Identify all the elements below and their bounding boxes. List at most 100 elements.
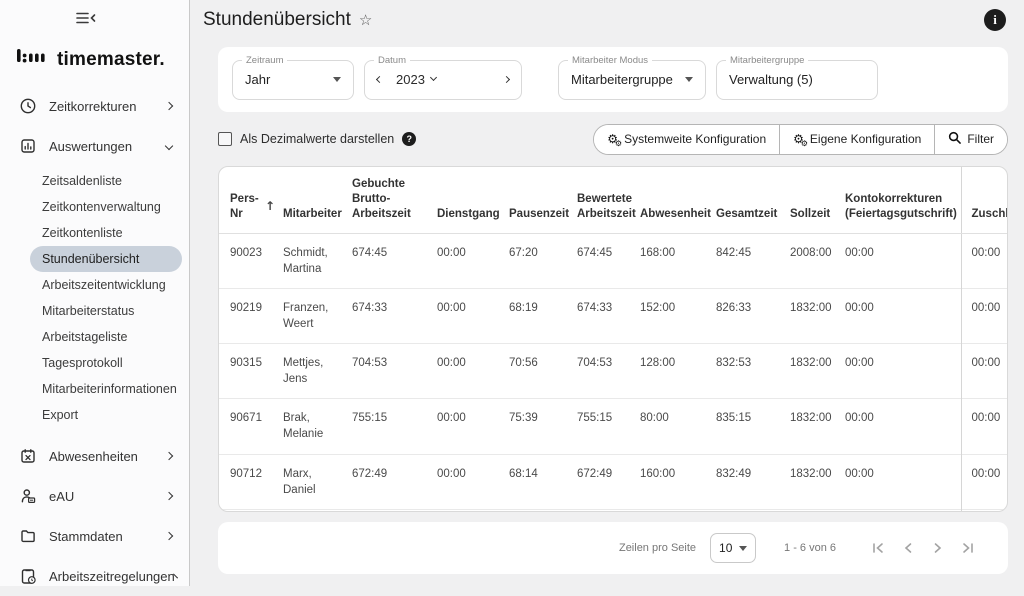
sidebar-subitem-zeitkontenverwaltung[interactable]: Zeitkontenverwaltung [30, 194, 182, 220]
gears-icon: ⚙⚙ [607, 133, 618, 145]
column-header-mitarbeiter[interactable]: Mitarbeiter [283, 167, 352, 233]
previous-year-icon[interactable] [376, 76, 383, 83]
cell-gesamtzeit: 835:15 [716, 399, 790, 454]
cell-kontokorrekturen: 00:00 [845, 454, 961, 509]
clock-icon [19, 97, 37, 115]
cell-zuschlaege: 00:00 [961, 399, 1008, 454]
next-year-icon[interactable] [503, 76, 510, 83]
cell-bewertete: 672:49 [577, 454, 640, 509]
decimal-values-checkbox[interactable] [218, 132, 232, 146]
column-header-gesamtzeit[interactable]: Gesamtzeit [716, 167, 790, 233]
cell-bewertete: 704:53 [577, 344, 640, 399]
column-header-bewertete-arbeitszeit[interactable]: Bewertete Arbeitszeit [577, 167, 640, 233]
systemweite-konfiguration-button[interactable]: ⚙⚙ Systemweite Konfiguration [594, 125, 780, 154]
sidebar-subitem-arbeitstageliste[interactable]: Arbeitstageliste [30, 324, 182, 350]
cell-dienstgang: 00:00 [437, 289, 509, 344]
cell-abwesenheit: 248:00 [640, 509, 716, 512]
cell-kontokorrekturen: 00:00 [845, 344, 961, 399]
toolbar-row: Als Dezimalwerte darstellen ? ⚙⚙ Systemw… [218, 112, 1008, 166]
last-page-button[interactable] [960, 540, 976, 556]
sidebar-item-stammdaten[interactable]: Stammdaten [0, 516, 190, 556]
mitarbeiter-modus-select[interactable]: Mitarbeiter Modus Mitarbeitergruppe [558, 60, 706, 100]
next-page-button[interactable] [930, 540, 946, 556]
sidebar-subitem-zeitkontenliste[interactable]: Zeitkontenliste [30, 220, 182, 246]
cell-mitarbeiter: Herwig, Miriam [283, 509, 352, 512]
pagination-bar: Zeilen pro Seite 10 1 - 6 von 6 [218, 522, 1008, 574]
first-page-button[interactable] [870, 540, 886, 556]
sidebar-item-eau[interactable]: eAU [0, 476, 190, 516]
column-header-gebuchte-brutto-arbeitszeit[interactable]: Gebuchte Brutto-Arbeitszeit [352, 167, 437, 233]
mitarbeitergruppe-label: Mitarbeitergruppe [726, 55, 808, 66]
cell-sollzeit: 1832:00 [790, 399, 845, 454]
sidebar-item-zeitkorrekturen[interactable]: Zeitkorrekturen [0, 86, 190, 126]
sidebar-item-label: Arbeitszeitregelungen [49, 569, 175, 584]
sidebar-subitem-export[interactable]: Export [30, 402, 182, 428]
sidebar-subitem-mitarbeiterinformationen[interactable]: Mitarbeiterinformationen [30, 376, 182, 402]
info-icon[interactable]: i [984, 9, 1006, 31]
rows-per-page-select[interactable]: 10 [710, 533, 756, 563]
mitarbeiter-modus-value: Mitarbeitergruppe [571, 72, 673, 87]
sidebar-subitem-mitarbeiterstatus[interactable]: Mitarbeiterstatus [30, 298, 182, 324]
favorite-star-icon[interactable]: ☆ [359, 11, 372, 29]
cell-pausenzeit: 59:29 [509, 509, 577, 512]
eigene-konfiguration-button[interactable]: ⚙⚙ Eigene Konfiguration [780, 125, 935, 154]
column-header-pers-nr[interactable]: Pers-Nr ↑ [219, 167, 283, 233]
column-header-dienstgang[interactable]: Dienstgang [437, 167, 509, 233]
cell-mitarbeiter: Marx, Daniel [283, 454, 352, 509]
sidebar-item-label: Abwesenheiten [49, 449, 166, 464]
cell-gesamtzeit: 826:33 [716, 289, 790, 344]
sort-ascending-icon[interactable]: ↑ [265, 199, 275, 215]
sidebar-subitem-arbeitszeitentwicklung[interactable]: Arbeitszeitentwicklung [30, 272, 182, 298]
table-body: 90023 Schmidt, Martina 674:45 00:00 67:2… [219, 233, 1008, 512]
column-header-zuschlaege[interactable]: Zuschläge [961, 167, 1008, 233]
column-header-abwesenheit[interactable]: Abwesenheit [640, 167, 716, 233]
sidebar-item-auswertungen[interactable]: Auswertungen [0, 126, 190, 166]
zeitraum-value: Jahr [245, 72, 270, 87]
cell-dienstgang: 00:00 [437, 233, 509, 288]
sidebar-subitem-stundenübersicht[interactable]: Stundenübersicht [30, 246, 182, 272]
cell-pers-nr: 90023 [219, 233, 283, 288]
cell-gebuchte-brutto: 575:33 [352, 509, 437, 512]
cell-sollzeit: 1832:00 [790, 344, 845, 399]
chevron-right-icon [165, 532, 173, 540]
cell-kontokorrekturen: 00:00 [845, 233, 961, 288]
sidebar-item-label: Auswertungen [49, 139, 166, 154]
column-header-kontokorrekturen[interactable]: Kontokorrekturen (Feiertagsgutschrift) [845, 167, 961, 233]
cell-abwesenheit: 80:00 [640, 399, 716, 454]
filter-button[interactable]: Filter [935, 125, 1007, 154]
cell-pausenzeit: 68:14 [509, 454, 577, 509]
sidebar-nav: Zeitkorrekturen Auswertungen Zeitsaldenl… [0, 86, 190, 596]
table-row: 90871 Herwig, Miriam 575:33 00:00 59:29 … [219, 509, 1008, 512]
sidebar-subitem-tagesprotokoll[interactable]: Tagesprotokoll [30, 350, 182, 376]
cell-sollzeit: 1832:00 [790, 509, 845, 512]
sidebar-item-arbeitszeitregelungen[interactable]: Arbeitszeitregelungen [0, 556, 190, 596]
mitarbeitergruppe-value: Verwaltung (5) [729, 72, 813, 87]
datum-label: Datum [374, 55, 410, 66]
column-header-sollzeit[interactable]: Sollzeit [790, 167, 845, 233]
sidebar-item-label: Stammdaten [49, 529, 166, 544]
collapse-sidebar-button[interactable] [72, 10, 100, 30]
sidebar-item-abwesenheiten[interactable]: Abwesenheiten [0, 436, 190, 476]
cell-zuschlaege: 00:00 [961, 509, 1008, 512]
cell-abwesenheit: 160:00 [640, 454, 716, 509]
cell-sollzeit: 1832:00 [790, 289, 845, 344]
cell-dienstgang: 00:00 [437, 344, 509, 399]
datum-value[interactable]: 2023 [396, 72, 425, 87]
sidebar: timemaster. Zeitkorrekturen Auswertungen… [0, 0, 190, 586]
cell-pausenzeit: 75:39 [509, 399, 577, 454]
cell-dienstgang: 00:00 [437, 454, 509, 509]
pager-controls [870, 540, 976, 556]
timemaster-logo-mark [16, 46, 50, 73]
cell-gebuchte-brutto: 674:33 [352, 289, 437, 344]
hours-overview-table: Pers-Nr ↑ Mitarbeiter Gebuchte Brutto-Ar… [218, 166, 1008, 512]
page-title: Stundenübersicht ☆ [203, 9, 372, 31]
cell-bewertete: 674:45 [577, 233, 640, 288]
zeitraum-select[interactable]: Zeitraum Jahr [232, 60, 354, 100]
folder-icon [19, 527, 37, 545]
cell-pers-nr: 90671 [219, 399, 283, 454]
sidebar-subitem-zeitsaldenliste[interactable]: Zeitsaldenliste [30, 168, 182, 194]
help-icon[interactable]: ? [402, 132, 416, 146]
column-header-pausenzeit[interactable]: Pausenzeit [509, 167, 577, 233]
mitarbeitergruppe-field[interactable]: Mitarbeitergruppe Verwaltung (5) [716, 60, 878, 100]
previous-page-button[interactable] [900, 540, 916, 556]
